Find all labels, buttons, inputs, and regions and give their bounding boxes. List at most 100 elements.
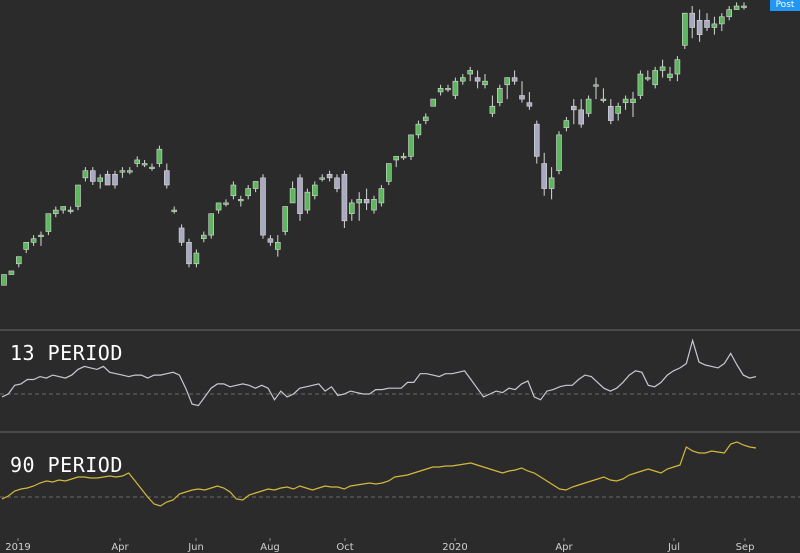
candle (104, 173, 111, 186)
candle (141, 163, 148, 166)
panel-title-13: 13 PERIOD (10, 341, 123, 365)
candle (467, 70, 474, 75)
candle (474, 77, 481, 82)
candle (297, 177, 303, 214)
candle (533, 123, 540, 157)
candle (149, 166, 155, 169)
candle (637, 73, 644, 96)
candle (52, 209, 59, 214)
candle (644, 77, 651, 80)
candle (326, 173, 333, 179)
candle (504, 77, 511, 86)
candle (252, 181, 259, 189)
candle (741, 5, 747, 8)
candle (704, 20, 710, 28)
candle (681, 12, 688, 46)
candle (600, 98, 607, 101)
candle (652, 70, 659, 86)
candle (223, 202, 229, 205)
x-tick-label: 2019 (5, 542, 30, 553)
candle (260, 177, 266, 236)
candle (371, 199, 377, 211)
candle (90, 170, 96, 182)
candle (30, 238, 37, 243)
post-badge[interactable]: Post (770, 0, 800, 11)
candle (385, 163, 392, 182)
candle (341, 173, 348, 222)
candle (208, 213, 214, 236)
candle (215, 202, 222, 211)
candle (408, 134, 414, 157)
candle (282, 206, 289, 232)
candle (134, 159, 140, 164)
candle (193, 252, 200, 265)
candle (667, 73, 673, 78)
candle (164, 170, 170, 186)
candle (201, 234, 207, 240)
candle (378, 188, 385, 204)
candle (548, 177, 555, 189)
panel-title-90: 90 PERIOD (10, 453, 123, 477)
candle (82, 170, 89, 179)
candle (267, 238, 274, 243)
candle (459, 77, 466, 82)
candle (289, 188, 296, 204)
x-tick-label: Jul (667, 542, 680, 553)
candle (75, 184, 81, 207)
candle (393, 156, 400, 161)
candle (1, 274, 7, 286)
candle (245, 188, 251, 197)
candle (659, 66, 666, 71)
candle (23, 241, 30, 250)
price-candles (1, 2, 747, 286)
x-tick-label: Sep (736, 542, 755, 553)
candle (238, 199, 244, 202)
candle (696, 20, 703, 35)
candle (733, 5, 740, 10)
candle (67, 209, 74, 212)
candle (519, 95, 525, 100)
candle (171, 209, 177, 212)
x-tick-label: Oct (336, 542, 353, 553)
candle (489, 105, 496, 114)
candle (304, 191, 311, 211)
candle (186, 241, 192, 265)
candle (430, 98, 437, 107)
candle (119, 170, 126, 173)
candle (356, 199, 363, 204)
candle (496, 88, 503, 103)
candle (511, 77, 518, 82)
x-tick-label: Jun (187, 542, 204, 553)
candle (8, 270, 15, 275)
candle (400, 156, 407, 159)
candle (622, 98, 629, 103)
candle (585, 98, 592, 114)
candle (556, 134, 562, 171)
candle (563, 120, 570, 129)
candle (437, 88, 444, 93)
candle (45, 213, 52, 232)
chart-stage: 2019 Apr Jun Aug Oct 2020 Apr Jul Sep 13 PERIOD … (0, 0, 800, 553)
candle (674, 59, 681, 75)
candle (578, 109, 585, 125)
candle (60, 206, 67, 211)
candle (319, 177, 326, 180)
candle (178, 227, 185, 243)
candle (97, 177, 103, 182)
candle (127, 170, 133, 173)
x-tick-label: Aug (260, 542, 280, 553)
candle (311, 184, 318, 197)
candle (38, 234, 44, 237)
candle (570, 105, 577, 111)
candle (526, 102, 533, 107)
candle (452, 80, 459, 96)
candle (112, 173, 118, 186)
candle (334, 177, 340, 189)
candle (445, 88, 451, 91)
candle (274, 241, 281, 250)
candle (607, 105, 614, 121)
candle (422, 116, 429, 121)
candle (363, 199, 370, 204)
x-tick-label: Apr (111, 542, 129, 553)
candle (615, 105, 622, 114)
